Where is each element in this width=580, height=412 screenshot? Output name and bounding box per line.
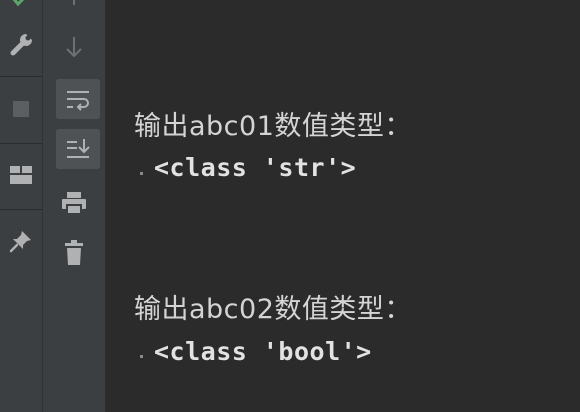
console-toolbar (43, 0, 106, 412)
left-tool-strip (0, 0, 43, 412)
console-output[interactable]: 输出abc01数值类型： <class 'str'> 输出abc02数值类型： … (106, 0, 580, 412)
line-marker (140, 172, 143, 175)
stop-icon[interactable] (4, 92, 38, 126)
print-icon[interactable] (57, 186, 91, 220)
wrench-icon[interactable] (4, 27, 38, 61)
up-arrow-icon[interactable] (57, 0, 91, 10)
soft-wrap-icon[interactable] (56, 79, 100, 119)
console-line: 输出abc01数值类型： (134, 111, 412, 142)
strip-divider (0, 76, 42, 77)
scroll-to-end-icon[interactable] (56, 129, 100, 169)
strip-divider (0, 143, 42, 144)
layout-icon[interactable] (4, 158, 38, 192)
trash-icon[interactable] (57, 236, 91, 270)
console-line: 输出abc02数值类型： (134, 294, 412, 325)
run-tool-window: 输出abc01数值类型： <class 'str'> 输出abc02数值类型： … (0, 0, 580, 412)
pin-icon[interactable] (4, 224, 38, 258)
strip-divider (0, 209, 42, 210)
line-marker (140, 355, 143, 358)
down-arrow-icon[interactable] (57, 30, 91, 64)
console-line: <class 'bool'> (154, 337, 372, 366)
check-icon[interactable] (4, 0, 38, 12)
console-line: <class 'str'> (154, 153, 357, 182)
